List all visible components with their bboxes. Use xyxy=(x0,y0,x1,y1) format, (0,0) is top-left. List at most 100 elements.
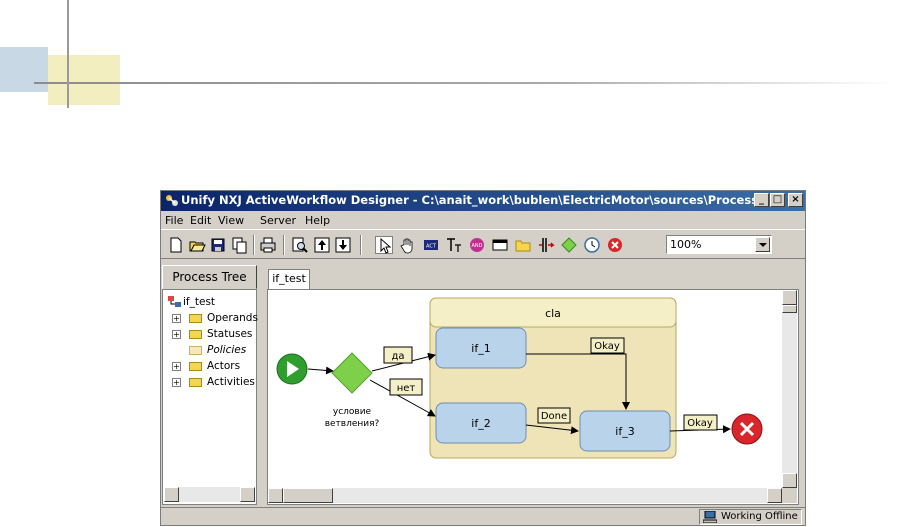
folder-icon xyxy=(189,314,202,323)
container-label: cla xyxy=(545,307,561,320)
new-icon[interactable] xyxy=(167,236,185,254)
toolbar-separator xyxy=(283,235,285,255)
scroll-thumb-vertical[interactable] xyxy=(782,305,797,313)
open-icon[interactable] xyxy=(188,236,206,254)
tree-label: if_test xyxy=(183,296,216,308)
save-icon[interactable] xyxy=(209,236,227,254)
edge-label-okay-top: Okay xyxy=(594,341,620,352)
tree-horizontal-scrollbar[interactable] xyxy=(164,487,255,502)
status-text: Working Offline xyxy=(721,511,798,522)
print-icon[interactable] xyxy=(259,236,277,254)
find-icon[interactable] xyxy=(291,236,309,254)
decor-square-yellow xyxy=(48,55,120,105)
minimize-button[interactable]: _ xyxy=(754,193,769,207)
close-button[interactable]: × xyxy=(788,193,803,207)
tab-if-test[interactable]: if_test xyxy=(268,269,310,289)
menu-view[interactable]: View xyxy=(218,214,244,227)
tree-label: Activities xyxy=(207,376,255,388)
edge-label-no: нет xyxy=(397,383,416,394)
timer-icon[interactable] xyxy=(583,236,601,254)
decor-vertical-line xyxy=(67,0,69,108)
scroll-left-button[interactable] xyxy=(268,488,283,503)
maximize-button[interactable]: □ xyxy=(770,193,785,207)
node-if-2-label: if_2 xyxy=(471,417,490,430)
tree-item-actors[interactable]: + Actors xyxy=(172,359,256,373)
window-icon[interactable] xyxy=(491,236,509,254)
tab-process-tree[interactable]: Process Tree xyxy=(162,265,257,289)
edge-label-yes: да xyxy=(391,351,404,362)
expand-icon[interactable]: + xyxy=(172,378,181,387)
chevron-down-icon[interactable] xyxy=(755,237,770,252)
app-icon xyxy=(166,195,178,206)
folder-icon xyxy=(189,362,202,371)
computer-icon xyxy=(703,511,717,523)
hand-icon[interactable] xyxy=(399,236,417,254)
toolbar-separator xyxy=(360,235,362,255)
folder-tab-icon[interactable] xyxy=(514,236,532,254)
folder-icon xyxy=(189,346,202,355)
act-icon[interactable]: ACT xyxy=(422,236,440,254)
upload-icon[interactable] xyxy=(313,236,331,254)
edge-label-okay-end: Okay xyxy=(687,418,713,429)
node-if-3-label: if_3 xyxy=(615,425,634,438)
zoom-select[interactable]: 100% xyxy=(666,235,772,254)
decor-horizontal-line xyxy=(34,82,894,84)
svg-text:ACT: ACT xyxy=(426,244,437,250)
tree-item-operands[interactable]: + Operands xyxy=(172,311,258,325)
menu-edit[interactable]: Edit xyxy=(190,214,211,227)
status-bar: Working Offline xyxy=(161,507,805,526)
folder-icon xyxy=(189,330,202,339)
tree-item-activities[interactable]: + Activities xyxy=(172,375,256,389)
scroll-right-button[interactable] xyxy=(767,488,782,503)
diamond-icon[interactable] xyxy=(560,236,578,254)
tree-item-statuses[interactable]: + Statuses xyxy=(172,327,256,341)
pointer-icon[interactable] xyxy=(375,236,393,254)
scroll-left-button[interactable] xyxy=(164,487,179,502)
tree-item-policies[interactable]: Policies xyxy=(172,343,256,357)
canvas-vertical-scrollbar[interactable] xyxy=(782,290,797,488)
scroll-thumb-horizontal[interactable] xyxy=(283,488,333,503)
expand-icon[interactable]: + xyxy=(172,330,181,339)
app-window: Unify NXJ ActiveWorkflow Designer - C:\a… xyxy=(160,190,806,526)
stop-icon[interactable] xyxy=(606,236,624,254)
menu-server[interactable]: Server xyxy=(260,214,296,227)
edge-start-decision xyxy=(307,366,334,375)
scroll-corner xyxy=(782,488,797,503)
folder-icon xyxy=(189,378,202,387)
canvas-horizontal-scrollbar[interactable] xyxy=(268,488,782,503)
diagram-svg: cla условие ветвления? да нет if_1 if_2 xyxy=(276,297,763,459)
menu-bar: File Edit View Server Help xyxy=(161,211,805,229)
copy-icon[interactable] xyxy=(230,236,248,254)
decision-label-line1: условие xyxy=(333,407,372,417)
tree-label: Actors xyxy=(207,360,241,372)
and-icon[interactable]: AND xyxy=(468,236,486,254)
toolbar: ACT AND 100% xyxy=(161,229,805,259)
decision-gateway xyxy=(331,352,373,394)
split-icon[interactable] xyxy=(537,236,555,254)
t-icon[interactable] xyxy=(445,236,463,254)
scroll-down-button[interactable] xyxy=(782,473,797,488)
download-icon[interactable] xyxy=(334,236,352,254)
zoom-value: 100% xyxy=(670,238,702,251)
menu-file[interactable]: File xyxy=(165,214,183,227)
edge-label-done: Done xyxy=(541,411,567,422)
process-icon xyxy=(168,296,181,307)
window-title: Unify NXJ ActiveWorkflow Designer - C:\a… xyxy=(181,193,756,207)
decision-label-line2: ветвления? xyxy=(325,419,380,429)
decor-square-blue xyxy=(0,47,48,92)
toolbar-separator xyxy=(253,235,255,255)
expand-icon[interactable]: + xyxy=(172,314,181,323)
node-if-1-label: if_1 xyxy=(471,342,490,355)
menu-help[interactable]: Help xyxy=(305,214,330,227)
tree-label: Operands xyxy=(207,312,258,324)
diagram-canvas[interactable]: cla условие ветвления? да нет if_1 if_2 xyxy=(267,289,799,505)
status-working-offline[interactable]: Working Offline xyxy=(699,509,802,525)
title-bar[interactable]: Unify NXJ ActiveWorkflow Designer - C:\a… xyxy=(161,191,805,211)
process-tree-panel: if_test + Operands + Statuses Policies +… xyxy=(162,289,258,505)
tree-label: Policies xyxy=(207,344,247,356)
tree-label: Statuses xyxy=(207,328,253,340)
svg-text:AND: AND xyxy=(471,243,482,249)
scroll-up-button[interactable] xyxy=(782,290,797,305)
expand-icon[interactable]: + xyxy=(172,362,181,371)
scroll-right-button[interactable] xyxy=(240,487,255,502)
